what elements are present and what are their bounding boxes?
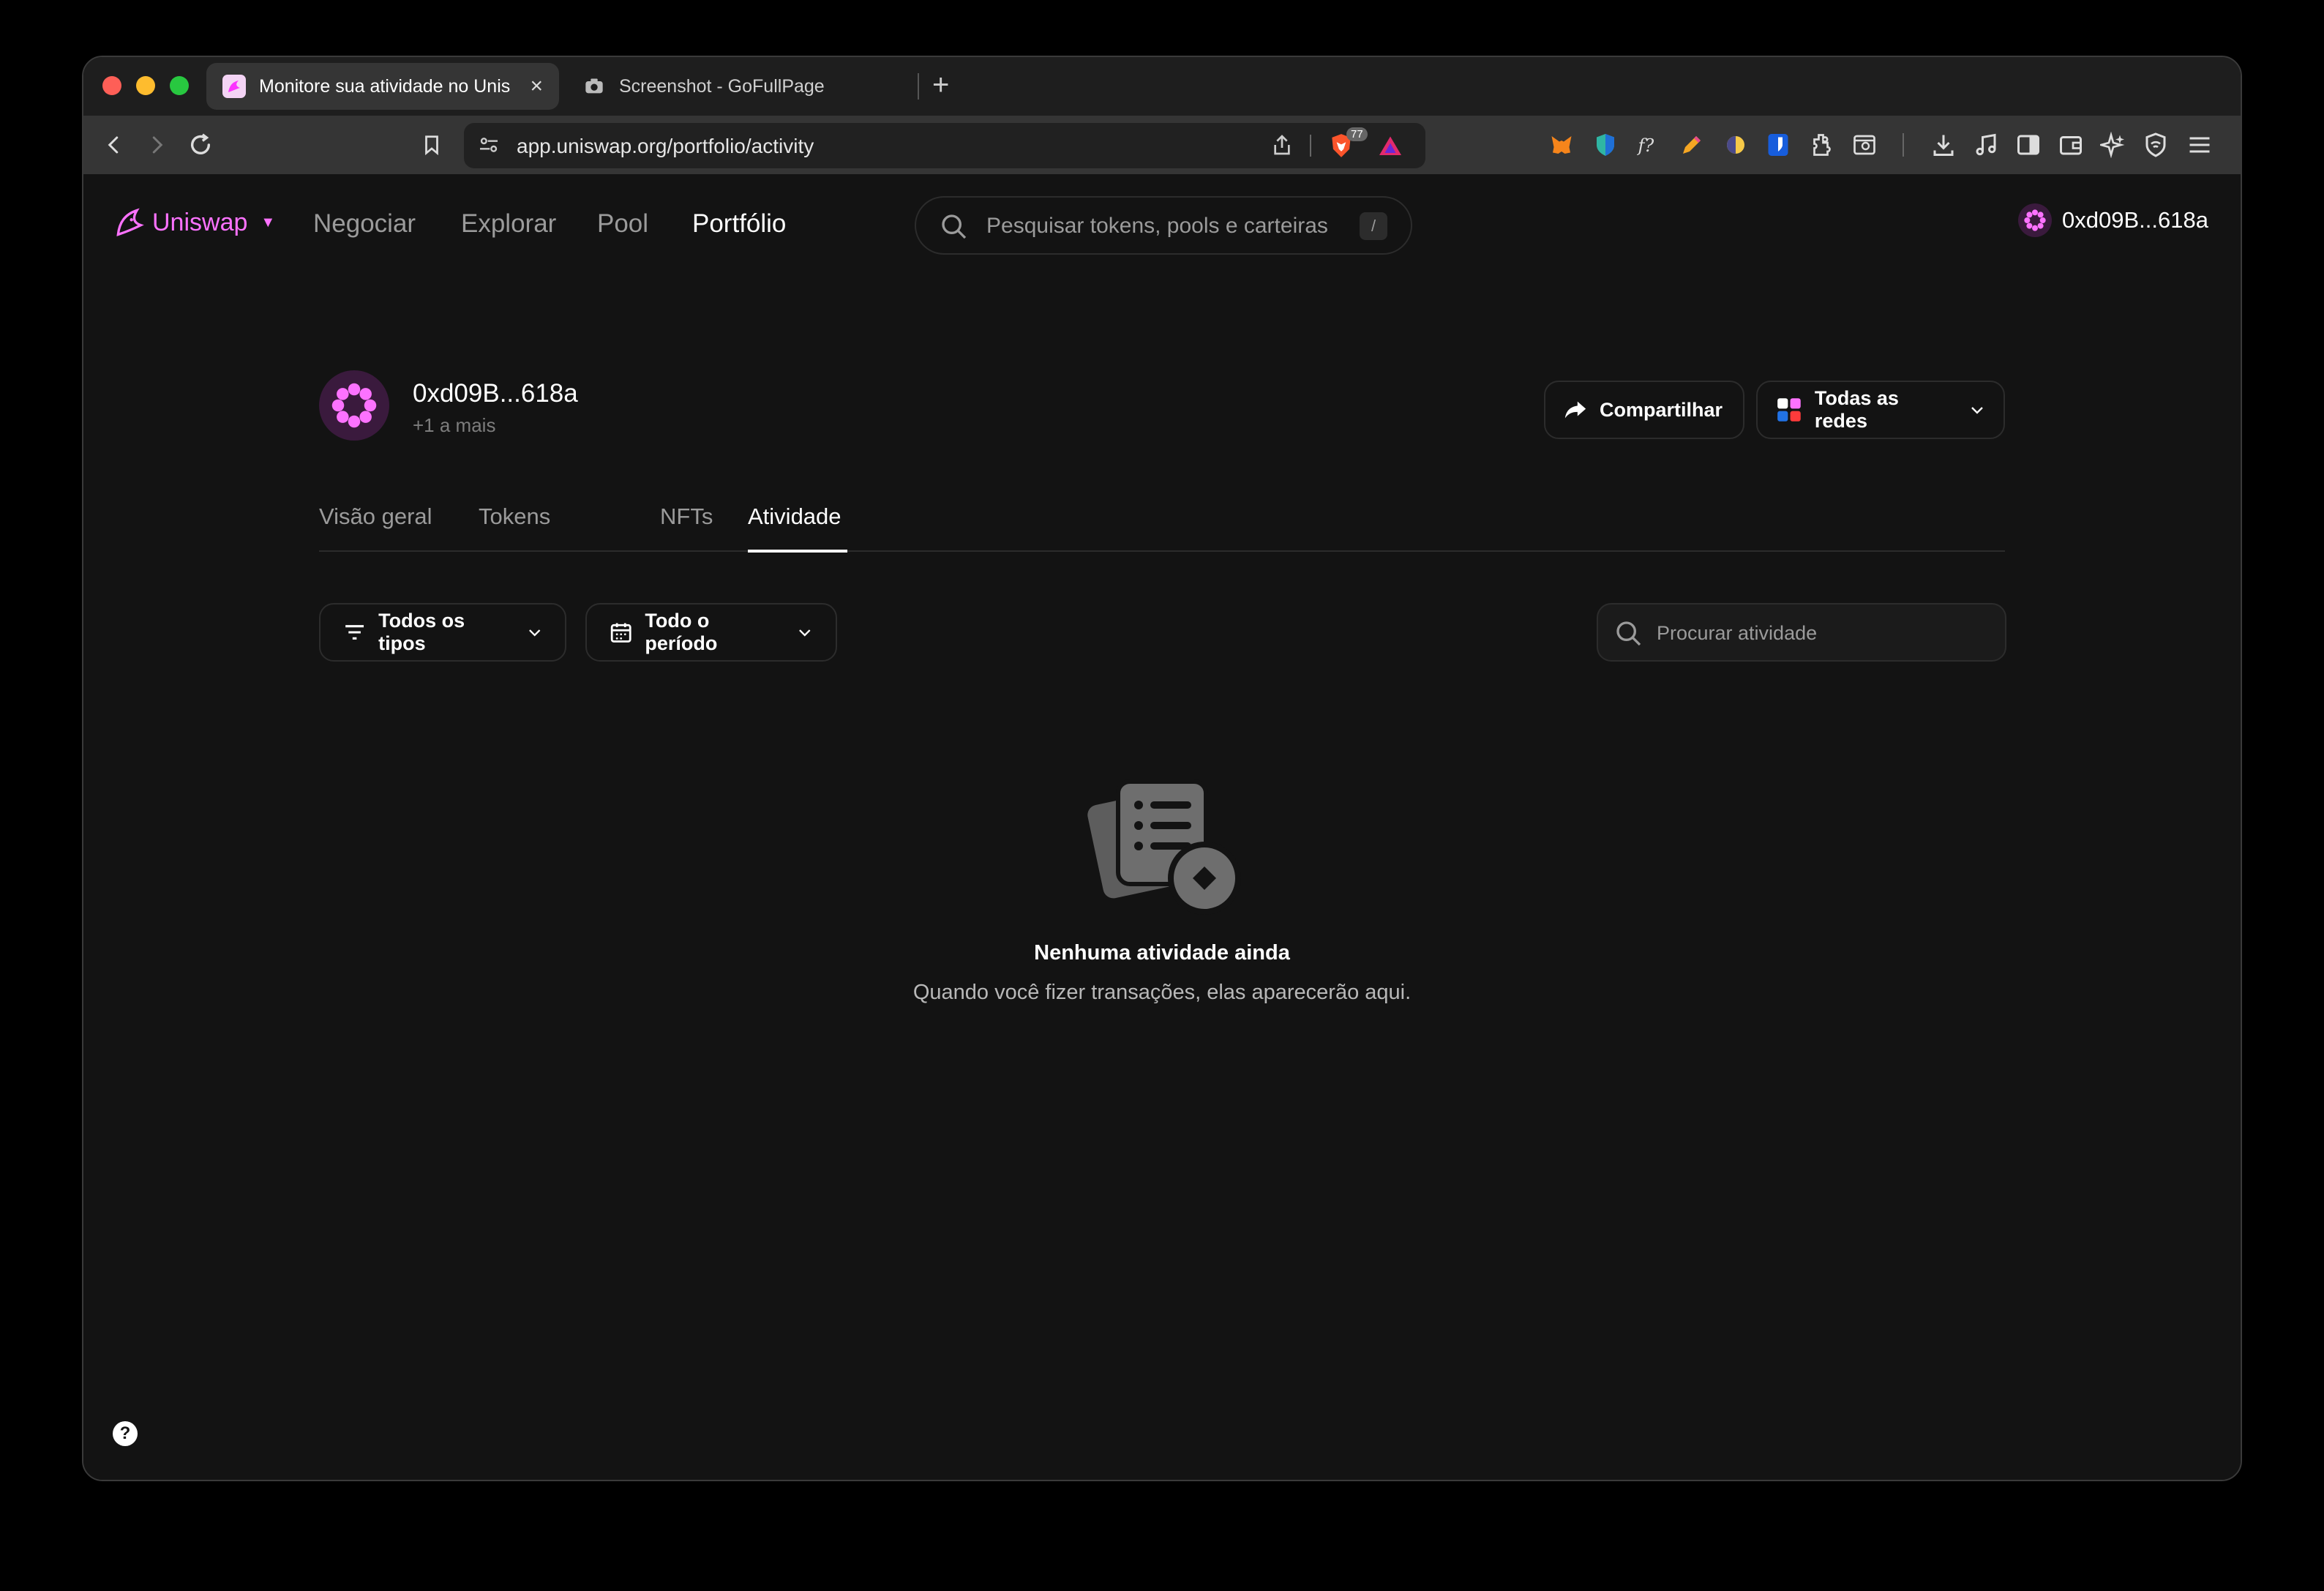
activity-search-input[interactable]: Procurar atividade — [1597, 603, 2006, 662]
music-icon[interactable] — [1971, 130, 2001, 160]
help-button[interactable]: ? — [113, 1421, 138, 1446]
tab-divider — [918, 73, 919, 100]
active-tab-indicator — [748, 550, 847, 553]
empty-state-title: Nenhuma atividade ainda — [1034, 941, 1290, 965]
avatar — [2018, 203, 2053, 237]
browser-tab-uniswap[interactable]: Monitore sua atividade no Unis × — [206, 63, 559, 110]
share-label: Compartilhar — [1600, 398, 1723, 421]
tab-tokens[interactable]: Tokens — [479, 503, 550, 530]
uniswap-app: Uniswap ▼ Negociar Explorar Pool Portfól… — [83, 174, 2241, 1480]
tab-nfts[interactable]: NFTs — [660, 503, 713, 530]
type-filter-label: Todos os tipos — [378, 610, 465, 654]
url-text: app.uniswap.org/portfolio/activity — [517, 135, 814, 157]
filter-icon — [345, 625, 364, 640]
camera-icon — [582, 75, 606, 98]
period-filter-dropdown[interactable]: Todo o período — [585, 603, 837, 662]
leo-ai-icon[interactable] — [2099, 130, 2128, 160]
networks-label: Todas as redes — [1814, 387, 1899, 432]
function-extension-icon[interactable]: f? — [1633, 130, 1663, 160]
chevron-down-icon — [799, 629, 811, 637]
browser-window: Monitore sua atividade no Unis × Screens… — [82, 56, 2242, 1481]
browser-tab-gofullpage[interactable]: Screenshot - GoFullPage — [566, 63, 910, 110]
back-icon[interactable] — [98, 129, 130, 161]
shields-count-badge: 77 — [1346, 127, 1368, 141]
calendar-icon — [610, 623, 631, 643]
nav-trade[interactable]: Negociar — [313, 209, 416, 239]
chevron-down-icon — [528, 629, 540, 637]
networks-dropdown[interactable]: Todas as redes — [1756, 381, 2005, 439]
tab-activity[interactable]: Atividade — [748, 503, 841, 530]
search-shortcut-badge: / — [1360, 212, 1387, 240]
tab-overview[interactable]: Visão geral — [319, 503, 432, 530]
period-filter-label: Todo o período — [645, 610, 718, 654]
minimize-window-button[interactable] — [136, 76, 155, 95]
chevron-down-icon — [1971, 407, 1983, 414]
unicorn-icon — [116, 208, 144, 236]
bookmark-icon[interactable] — [416, 129, 448, 161]
share-button[interactable]: Compartilhar — [1544, 381, 1744, 439]
account-address: 0xd09B...618a — [2062, 207, 2208, 233]
maximize-window-button[interactable] — [170, 76, 189, 95]
moon-extension-icon[interactable] — [1721, 130, 1750, 160]
uniswap-favicon-icon — [222, 75, 246, 98]
nav-pool[interactable]: Pool — [597, 209, 648, 239]
profile-more-wallets[interactable]: +1 a mais — [413, 414, 495, 437]
search-placeholder: Pesquisar tokens, pools e carteiras — [986, 214, 1328, 238]
bitwarden-icon[interactable] — [1763, 130, 1793, 160]
browser-toolbar: app.uniswap.org/portfolio/activity 77 f? — [83, 116, 2241, 174]
search-icon — [942, 214, 967, 239]
shield-extension-icon[interactable] — [1591, 130, 1620, 160]
brand-name: Uniswap — [152, 208, 248, 236]
empty-state-subtitle: Quando você fizer transações, elas apare… — [912, 981, 1412, 1004]
global-search-input[interactable]: Pesquisar tokens, pools e carteiras / — [915, 196, 1412, 255]
pen-extension-icon[interactable] — [1677, 130, 1706, 160]
sidebar-icon[interactable] — [2014, 130, 2043, 160]
screenshot-extension-icon[interactable] — [1850, 130, 1879, 160]
type-filter-dropdown[interactable]: Todos os tipos — [319, 603, 566, 662]
search-icon — [1616, 621, 1641, 646]
flower-avatar-icon — [331, 383, 377, 428]
tab-title: Screenshot - GoFullPage — [619, 75, 825, 97]
nav-explore[interactable]: Explorar — [461, 209, 556, 239]
divider — [1903, 133, 1904, 157]
reload-icon[interactable] — [184, 129, 217, 161]
address-bar[interactable]: app.uniswap.org/portfolio/activity 77 — [464, 123, 1425, 168]
tab-strip: Monitore sua atividade no Unis × Screens… — [83, 57, 2241, 116]
activity-search-placeholder: Procurar atividade — [1657, 622, 1818, 644]
profile-address: 0xd09B...618a — [413, 379, 578, 408]
download-icon[interactable] — [1929, 130, 1958, 160]
networks-icon — [1777, 398, 1801, 422]
caret-down-icon: ▼ — [260, 214, 276, 231]
metamask-fox-icon[interactable] — [1547, 130, 1576, 160]
nav-portfolio[interactable]: Portfólio — [692, 209, 786, 239]
share-page-icon[interactable] — [1270, 133, 1294, 160]
puzzle-extensions-icon[interactable] — [1807, 130, 1837, 160]
portfolio-tabs: Visão geral Tokens NFTs Atividade — [319, 496, 2005, 553]
empty-activity-icon — [1087, 779, 1241, 915]
svg-text:f?: f? — [1637, 135, 1654, 156]
vpn-icon[interactable] — [2141, 130, 2170, 160]
forward-icon[interactable] — [140, 129, 173, 161]
uniswap-logo[interactable]: Uniswap ▼ — [113, 206, 275, 239]
account-button[interactable]: 0xd09B...618a — [2018, 203, 2208, 237]
new-tab-button[interactable]: + — [932, 69, 949, 102]
close-tab-icon[interactable]: × — [530, 74, 543, 99]
avatar — [319, 370, 389, 441]
share-arrow-icon — [1564, 401, 1586, 419]
site-settings-icon[interactable] — [477, 133, 501, 160]
menu-icon[interactable] — [2185, 130, 2214, 160]
divider — [1310, 135, 1311, 157]
close-window-button[interactable] — [102, 76, 121, 95]
brave-rewards-icon[interactable] — [1377, 133, 1403, 163]
wallet-icon[interactable] — [2056, 130, 2085, 160]
tab-title: Monitore sua atividade no Unis — [259, 75, 511, 97]
